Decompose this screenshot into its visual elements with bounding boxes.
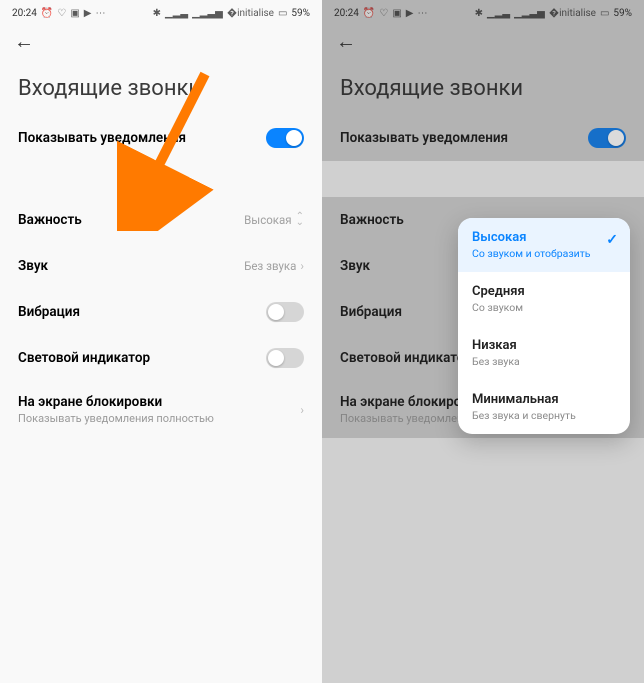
status-bar: 20:24 ⏰ ♡ ▣ ▶ ⋯ ✱ ▁▂▃ ▁▂▃▅ �initialise ▭… bbox=[322, 0, 644, 26]
status-left: 20:24 ⏰ ♡ ▣ ▶ ⋯ bbox=[12, 8, 105, 19]
popup-item-title: Низкая bbox=[472, 338, 616, 353]
importance-label: Важность bbox=[340, 212, 404, 228]
sound-label: Звук bbox=[18, 258, 48, 274]
app-icon-2: ▶ bbox=[406, 8, 414, 19]
check-icon: ✓ bbox=[606, 232, 618, 248]
popup-item-sub: Без звука и свернуть bbox=[472, 409, 616, 422]
row-lockscreen[interactable]: На экране блокировки Показывать уведомле… bbox=[0, 381, 322, 438]
vibration-label: Вибрация bbox=[340, 304, 402, 320]
battery-icon: ▭ bbox=[278, 8, 287, 19]
alarm-icon: ⏰ bbox=[363, 8, 375, 19]
wifi-icon: �initialise bbox=[549, 8, 596, 19]
popup-item-sub: Со звуком bbox=[472, 301, 616, 314]
status-time: 20:24 bbox=[12, 8, 37, 19]
row-led[interactable]: Световой индикатор bbox=[0, 335, 322, 381]
signal-2-icon: ▁▂▃▅ bbox=[192, 8, 223, 19]
status-time: 20:24 bbox=[334, 8, 359, 19]
status-left: 20:24 ⏰ ♡ ▣ ▶ ⋯ bbox=[334, 8, 427, 19]
popup-item-medium[interactable]: Средняя Со звуком bbox=[458, 272, 630, 326]
show-notif-label: Показывать уведомления bbox=[18, 130, 186, 146]
heart-icon: ♡ bbox=[57, 8, 66, 19]
more-icon: ⋯ bbox=[95, 8, 105, 19]
screen-left: 20:24 ⏰ ♡ ▣ ▶ ⋯ ✱ ▁▂▃ ▁▂▃▅ �initialise ▭… bbox=[0, 0, 322, 683]
status-right: ✱ ▁▂▃ ▁▂▃▅ �initialise ▭ 59% bbox=[153, 8, 310, 19]
importance-popup: Высокая Со звуком и отобразить ✓ Средняя… bbox=[458, 218, 630, 434]
row-sound[interactable]: Звук Без звука › bbox=[0, 243, 322, 289]
lockscreen-sub: Показывать уведомления полностью bbox=[18, 412, 214, 425]
alarm-icon: ⏰ bbox=[41, 8, 53, 19]
updown-icon: ⌃⌄ bbox=[296, 214, 304, 226]
led-toggle[interactable] bbox=[266, 348, 304, 368]
show-notif-toggle[interactable] bbox=[588, 128, 626, 148]
popup-item-minimal[interactable]: Минимальная Без звука и свернуть bbox=[458, 380, 630, 434]
importance-value: Высокая ⌃⌄ bbox=[244, 213, 304, 227]
popup-item-title: Минимальная bbox=[472, 392, 616, 407]
signal-1-icon: ▁▂▃ bbox=[165, 8, 188, 19]
sound-label: Звук bbox=[340, 258, 370, 274]
bluetooth-icon: ✱ bbox=[153, 8, 161, 19]
row-show-notifications[interactable]: Показывать уведомления bbox=[0, 115, 322, 161]
lockscreen-label: На экране блокировки bbox=[18, 394, 214, 410]
vibration-label: Вибрация bbox=[18, 304, 80, 320]
page-title: Входящие звонки bbox=[0, 56, 322, 115]
spacer bbox=[322, 161, 644, 197]
signal-1-icon: ▁▂▃ bbox=[487, 8, 510, 19]
app-icon-1: ▣ bbox=[70, 8, 79, 19]
led-label: Световой индикатор bbox=[18, 350, 150, 366]
back-arrow-icon[interactable]: ← bbox=[14, 31, 34, 51]
page-title: Входящие звонки bbox=[322, 56, 644, 115]
screen-right: 20:24 ⏰ ♡ ▣ ▶ ⋯ ✱ ▁▂▃ ▁▂▃▅ �initialise ▭… bbox=[322, 0, 644, 683]
popup-item-sub: Со звуком и отобразить bbox=[472, 247, 616, 260]
popup-item-high[interactable]: Высокая Со звуком и отобразить ✓ bbox=[458, 218, 630, 272]
chevron-right-icon: › bbox=[300, 403, 304, 417]
app-icon-1: ▣ bbox=[392, 8, 401, 19]
row-importance[interactable]: Важность Высокая ⌃⌄ bbox=[0, 197, 322, 243]
spacer bbox=[0, 161, 322, 197]
sound-value: Без звука › bbox=[244, 259, 304, 273]
show-notif-toggle[interactable] bbox=[266, 128, 304, 148]
wifi-icon: �initialise bbox=[227, 8, 274, 19]
row-vibration[interactable]: Вибрация bbox=[0, 289, 322, 335]
popup-item-title: Средняя bbox=[472, 284, 616, 299]
back-arrow-icon[interactable]: ← bbox=[336, 31, 356, 51]
more-icon: ⋯ bbox=[417, 8, 427, 19]
signal-2-icon: ▁▂▃▅ bbox=[514, 8, 545, 19]
header: ← bbox=[0, 26, 322, 56]
led-label: Световой индикатор bbox=[340, 350, 472, 366]
status-right: ✱ ▁▂▃ ▁▂▃▅ �initialise ▭ 59% bbox=[475, 8, 632, 19]
popup-item-low[interactable]: Низкая Без звука bbox=[458, 326, 630, 380]
app-icon-2: ▶ bbox=[84, 8, 92, 19]
status-battery: 59% bbox=[291, 8, 310, 19]
status-bar: 20:24 ⏰ ♡ ▣ ▶ ⋯ ✱ ▁▂▃ ▁▂▃▅ �initialise ▭… bbox=[0, 0, 322, 26]
row-show-notifications[interactable]: Показывать уведомления bbox=[322, 115, 644, 161]
show-notif-label: Показывать уведомления bbox=[340, 130, 508, 146]
header: ← bbox=[322, 26, 644, 56]
bluetooth-icon: ✱ bbox=[475, 8, 483, 19]
importance-label: Важность bbox=[18, 212, 82, 228]
popup-item-title: Высокая bbox=[472, 230, 616, 245]
popup-item-sub: Без звука bbox=[472, 355, 616, 368]
heart-icon: ♡ bbox=[379, 8, 388, 19]
chevron-right-icon: › bbox=[300, 259, 304, 273]
status-battery: 59% bbox=[613, 8, 632, 19]
vibration-toggle[interactable] bbox=[266, 302, 304, 322]
battery-icon: ▭ bbox=[600, 8, 609, 19]
